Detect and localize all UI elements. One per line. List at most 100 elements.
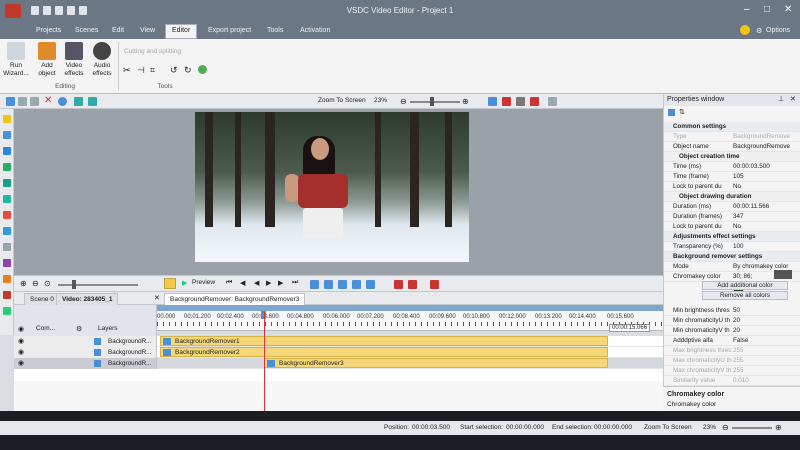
property-row[interactable]: Object creation time bbox=[664, 152, 800, 162]
property-value[interactable]: 100 bbox=[733, 242, 799, 252]
subtitles-tool-icon[interactable] bbox=[3, 275, 11, 283]
status-zoom-in-icon[interactable]: ⊕ bbox=[775, 423, 782, 432]
property-value[interactable]: 255 bbox=[733, 346, 799, 356]
rotate-right-icon[interactable]: ↻ bbox=[184, 65, 192, 76]
menu-editor[interactable]: Editor bbox=[165, 24, 198, 39]
undo-icon[interactable] bbox=[74, 97, 83, 106]
zoom-fit-icon[interactable]: ⊙ bbox=[44, 279, 51, 288]
property-value[interactable]: No bbox=[733, 222, 799, 232]
property-row[interactable]: Duration (frames) 347 bbox=[664, 212, 800, 222]
remove-all-colors-button[interactable]: Remove all colors bbox=[702, 291, 788, 300]
marker-in-icon[interactable] bbox=[338, 280, 347, 289]
line-tool-icon[interactable] bbox=[3, 179, 11, 187]
property-row[interactable]: Max chromaticityU th 255 bbox=[664, 356, 800, 366]
property-row[interactable]: Adddptive alfa False bbox=[664, 336, 800, 346]
tab-background-remover[interactable]: BackgroundRemover: BackgroundRemover3 bbox=[164, 293, 306, 305]
close-icon[interactable]: ✕ bbox=[784, 4, 792, 15]
snap-icon[interactable] bbox=[366, 280, 375, 289]
minimize-icon[interactable]: – bbox=[744, 4, 750, 15]
audio-tool-icon[interactable] bbox=[3, 227, 11, 235]
add-object-button[interactable]: Add object bbox=[33, 42, 61, 78]
delete-icon[interactable]: ✕ bbox=[44, 95, 52, 106]
status-zoom-out-icon[interactable]: ⊖ bbox=[722, 423, 729, 432]
clip-background-remover-1[interactable]: BackgroundRemover1 bbox=[160, 336, 608, 346]
rotate-left-icon[interactable]: ↺ bbox=[170, 65, 178, 76]
track-row[interactable]: ◉ BackgroundR... BackgroundRemover1 bbox=[14, 336, 663, 347]
text-tool-icon[interactable] bbox=[3, 131, 11, 139]
speed-icon[interactable] bbox=[198, 65, 207, 74]
property-value[interactable]: BackgroundRemove bbox=[733, 132, 799, 142]
property-row[interactable]: Time (frame) 105 bbox=[664, 172, 800, 182]
zoom-mode-label[interactable]: Zoom To Screen bbox=[318, 97, 366, 104]
zoom-slider-handle[interactable] bbox=[430, 97, 434, 106]
trim-icon[interactable] bbox=[324, 280, 333, 289]
property-value[interactable]: 00:00:03.500 bbox=[733, 162, 799, 172]
chart-tool-icon[interactable] bbox=[3, 243, 11, 251]
track-header[interactable]: ◉ BackgroundR... bbox=[14, 358, 157, 369]
property-value[interactable]: 00:00:11.566 bbox=[733, 202, 799, 212]
shape-tool-icon[interactable] bbox=[3, 163, 11, 171]
options-button[interactable]: Options bbox=[766, 27, 790, 34]
loop-icon[interactable] bbox=[164, 278, 176, 289]
add-additional-color-button[interactable]: Add additional color bbox=[702, 281, 788, 290]
prev-frame-icon[interactable]: ◀ bbox=[240, 279, 245, 287]
eye-icon[interactable]: ◉ bbox=[18, 359, 24, 367]
run-wizard-button[interactable]: Run Wizard... bbox=[2, 42, 30, 78]
zoom-out-icon[interactable]: ⊖ bbox=[400, 97, 407, 106]
go-start-icon[interactable]: ⏮ bbox=[226, 279, 232, 287]
marker-icon[interactable] bbox=[530, 97, 539, 106]
eye-icon[interactable]: ◉ bbox=[18, 325, 24, 333]
help-icon[interactable] bbox=[740, 25, 750, 35]
effects-tool-icon[interactable] bbox=[3, 259, 11, 267]
property-row[interactable]: Max brightness thres 255 bbox=[664, 346, 800, 356]
split-icon[interactable]: ⊣ bbox=[137, 65, 145, 76]
gear-icon[interactable]: ⚙ bbox=[756, 27, 762, 35]
menu-edit[interactable]: Edit bbox=[106, 25, 130, 36]
property-row[interactable]: Max chromaticityV th 255 bbox=[664, 366, 800, 376]
property-row[interactable]: Min brightness thres 50 bbox=[664, 306, 800, 316]
next-frame-icon[interactable]: ▶ bbox=[278, 279, 283, 287]
video-effects-button[interactable]: Video effects bbox=[60, 42, 88, 78]
property-row[interactable]: Object name BackgroundRemove bbox=[664, 142, 800, 152]
track-header[interactable]: ◉ BackgroundR... bbox=[14, 336, 157, 347]
zoom-slider[interactable] bbox=[410, 101, 460, 103]
property-value[interactable]: 347 bbox=[733, 212, 799, 222]
preview-button[interactable]: Preview bbox=[192, 279, 215, 286]
go-end-icon[interactable]: ⏭ bbox=[292, 279, 298, 287]
clip-background-remover-3[interactable]: BackgroundRemover3 bbox=[264, 358, 608, 368]
music-tool-icon[interactable] bbox=[3, 291, 11, 299]
pin-icon[interactable]: ⊥ bbox=[778, 95, 784, 103]
snapshot-icon[interactable] bbox=[516, 97, 525, 106]
property-row[interactable]: Transparency (%) 100 bbox=[664, 242, 800, 252]
refresh-icon[interactable] bbox=[58, 97, 67, 106]
settings-column-icon[interactable]: ⚙ bbox=[76, 325, 82, 333]
menu-view[interactable]: View bbox=[134, 25, 161, 36]
tab-scene[interactable]: Scene 0 bbox=[24, 293, 60, 305]
property-row[interactable]: Adjustments effect settings bbox=[664, 232, 800, 242]
property-value[interactable]: 0.010 bbox=[733, 376, 799, 386]
property-value[interactable]: 255 bbox=[733, 356, 799, 366]
grid-icon[interactable] bbox=[488, 97, 497, 106]
select-icon[interactable] bbox=[6, 97, 15, 106]
zoom-in-icon[interactable]: ⊕ bbox=[462, 97, 469, 106]
property-row[interactable]: Min chromaticityU th 20 bbox=[664, 316, 800, 326]
menu-activation[interactable]: Activation bbox=[294, 25, 336, 36]
property-row[interactable]: Lock to parent du No bbox=[664, 182, 800, 192]
property-row[interactable]: Similarity value 0.010 bbox=[664, 376, 800, 386]
play-forward-icon[interactable]: ▶ bbox=[266, 279, 271, 287]
property-row[interactable]: Type BackgroundRemove bbox=[664, 132, 800, 142]
ellipse-tool-icon[interactable] bbox=[3, 195, 11, 203]
menu-tools[interactable]: Tools bbox=[261, 25, 289, 36]
property-row[interactable]: Common settings bbox=[664, 122, 800, 132]
pointer-tool-icon[interactable] bbox=[3, 115, 11, 123]
timeline-empty-area[interactable] bbox=[14, 381, 663, 411]
menu-scenes[interactable]: Scenes bbox=[69, 25, 104, 36]
color-picker-button[interactable] bbox=[774, 270, 792, 279]
copy-icon[interactable] bbox=[18, 97, 27, 106]
property-value[interactable]: No bbox=[733, 182, 799, 192]
property-value[interactable]: BackgroundRemove bbox=[733, 142, 799, 152]
paste-icon[interactable] bbox=[30, 97, 39, 106]
maximize-icon[interactable]: □ bbox=[764, 4, 770, 15]
property-value[interactable]: 20 bbox=[733, 326, 799, 336]
marker-out-icon[interactable] bbox=[352, 280, 361, 289]
